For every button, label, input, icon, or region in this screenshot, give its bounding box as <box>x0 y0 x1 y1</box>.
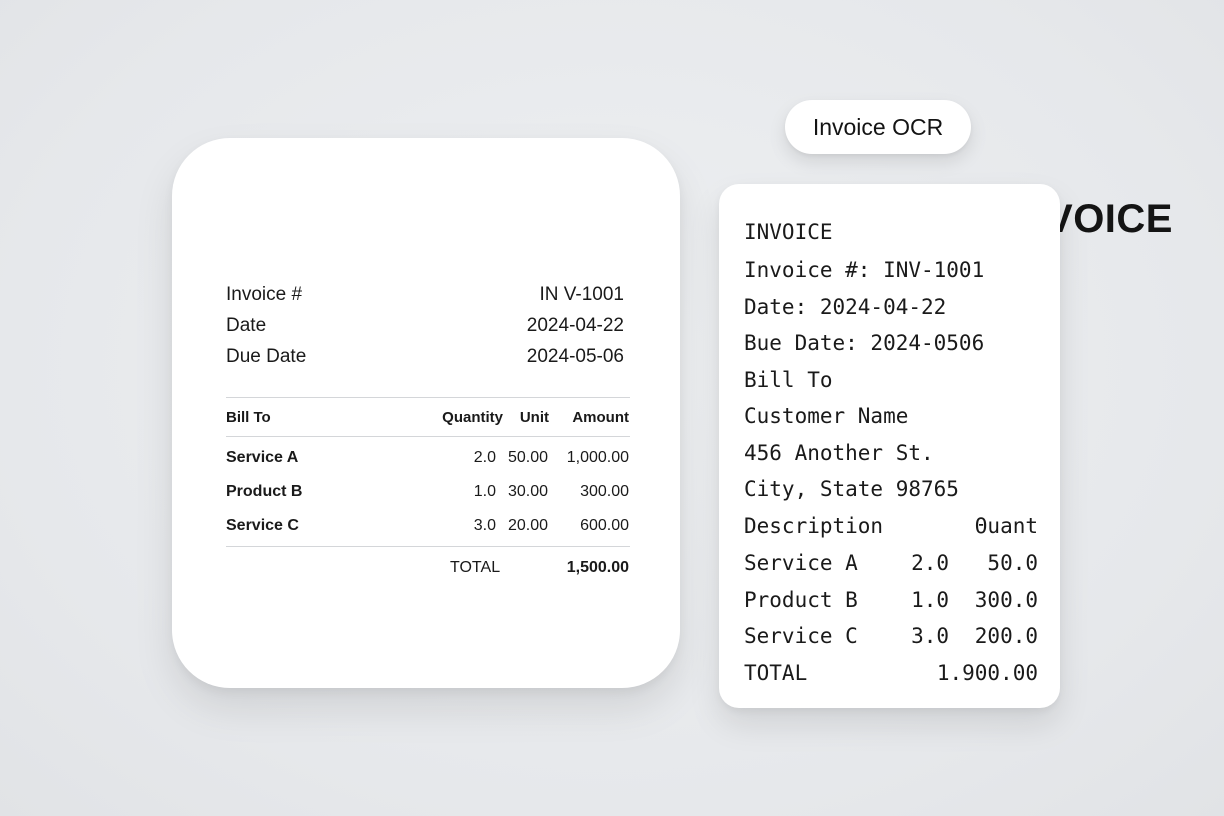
table-row-amount: 600.00 <box>580 517 629 534</box>
ocr-text-line: Bue Date: 2024-0506 <box>744 331 985 355</box>
table-row-amount: 1,000.00 <box>566 449 629 466</box>
invoice-number-value: IN V-1001 <box>539 284 625 305</box>
ocr-text-line: Invoice #: INV-1001 <box>744 258 985 282</box>
ocr-text-line: 456 Another St. <box>744 441 934 465</box>
table-row-quantity: 3.0 <box>473 517 496 534</box>
table-row-description: Product B <box>226 483 303 500</box>
ocr-text-line: Bill To <box>744 368 833 392</box>
ocr-row-description: Product B <box>744 588 858 612</box>
table-row-unit: 30.00 <box>507 483 548 500</box>
ocr-row-value: 200.0 <box>974 624 1038 648</box>
table-row-unit: 50.00 <box>507 449 548 466</box>
table-top-divider <box>226 397 630 398</box>
table-row-quantity: 2.0 <box>473 449 496 466</box>
ocr-table-header-quant: Θuant <box>974 514 1038 538</box>
ocr-total-label: TOTAL <box>744 661 808 685</box>
table-row-description: Service C <box>226 517 299 534</box>
ocr-row-description: Service A <box>744 551 858 575</box>
table-header-unit: Unit <box>519 409 549 426</box>
ocr-text-line: Date: 2024-04-22 <box>744 295 947 319</box>
invoice-due-date-value: 2024-05-06 <box>526 346 624 367</box>
ocr-row-qty: 2.0 <box>911 551 949 575</box>
invoice-due-date-label: Due Date <box>226 346 307 367</box>
table-row-quantity: 1.0 <box>473 483 496 500</box>
table-bottom-divider <box>226 546 630 547</box>
ocr-text-line: Customer Name <box>744 404 909 428</box>
table-header-quantity: Quantity <box>442 409 503 426</box>
table-row-amount: 300.00 <box>580 483 629 500</box>
table-row-description: Service A <box>226 449 299 466</box>
table-header-amount: Amount <box>572 409 629 426</box>
ocr-text-line: City, State 98765 <box>744 477 959 501</box>
ocr-row-qty: 1.0 <box>911 588 949 612</box>
ocr-row-qty: 3.0 <box>911 624 949 648</box>
ocr-table-header-description: Description <box>744 514 884 538</box>
invoice-number-label: Invoice # <box>226 284 303 305</box>
ocr-row-value: 300.0 <box>974 588 1038 612</box>
ocr-row-value: 50.0 <box>987 551 1038 575</box>
table-header-bill-to: Bill To <box>226 409 271 426</box>
ocr-badge: Invoice OCR <box>785 100 971 154</box>
total-value: 1,500.00 <box>566 559 629 576</box>
ocr-total-value: 1.900.00 <box>936 661 1038 685</box>
invoice-date-label: Date <box>226 315 267 336</box>
ocr-row-description: Service C <box>744 624 858 648</box>
table-header-divider <box>226 436 630 437</box>
invoice-date-value: 2024-04-22 <box>526 315 624 336</box>
total-label: TOTAL <box>450 559 501 576</box>
table-row-unit: 20.00 <box>507 517 548 534</box>
ocr-text-line: INVOICE <box>744 220 833 244</box>
